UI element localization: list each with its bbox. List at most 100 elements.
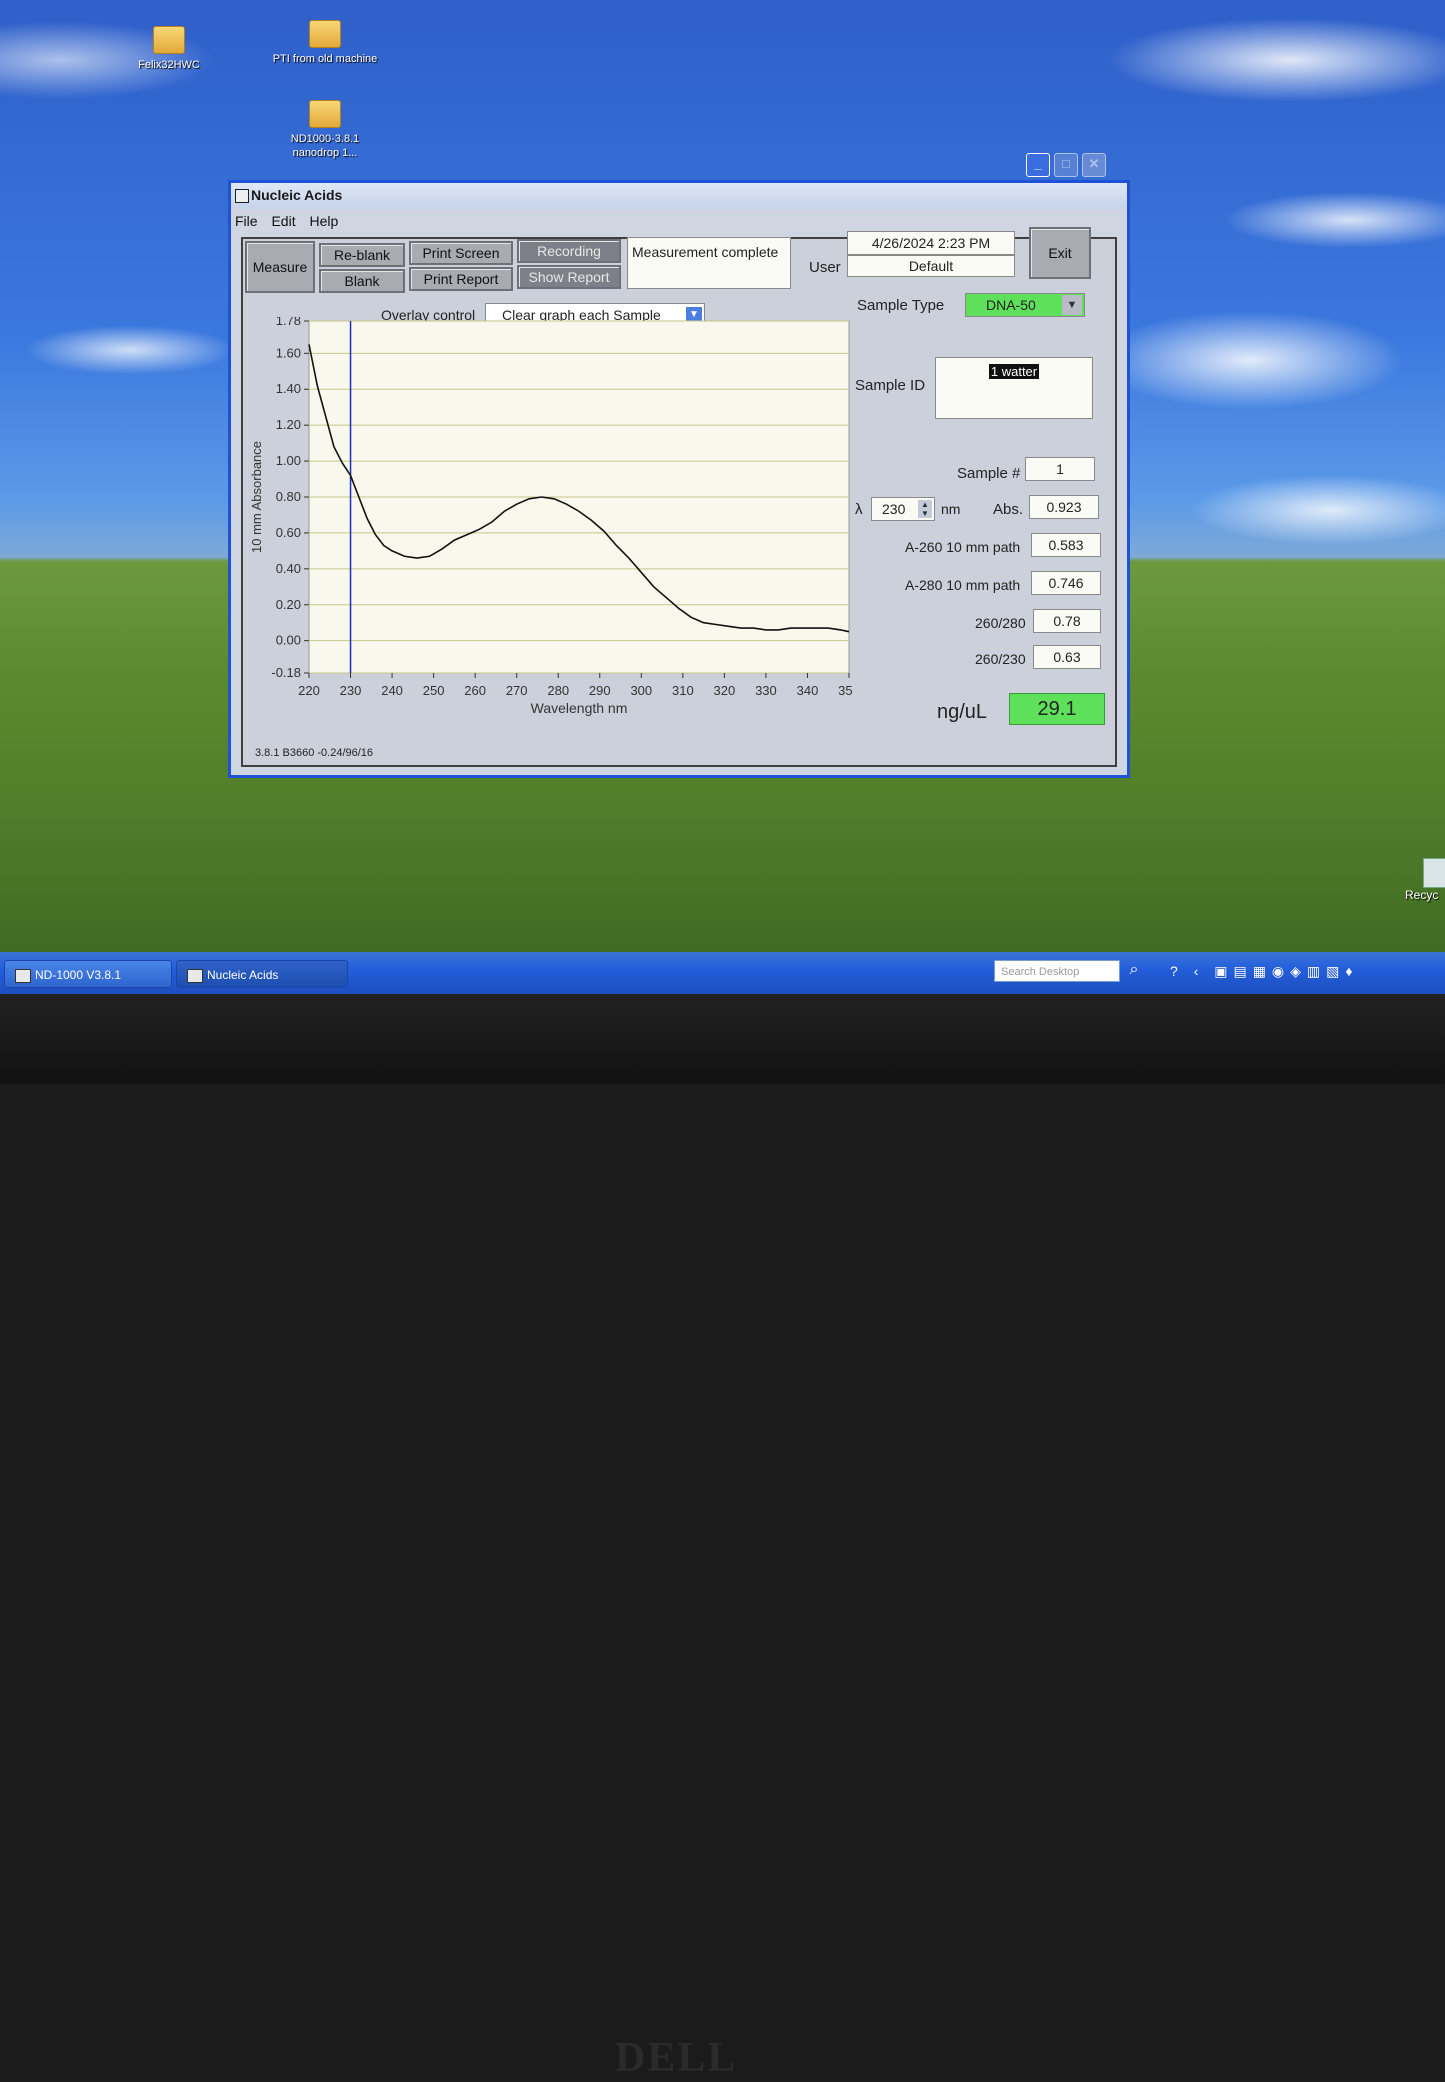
- ratio-260-230-field: 0.63: [1033, 645, 1101, 669]
- ratio-260-280-label: 260/280: [975, 615, 1026, 631]
- desktop-icon-label: PTI from old machine: [272, 53, 378, 65]
- x-tick-label: 280: [547, 683, 569, 698]
- spin-arrows-icon[interactable]: ▲ ▼: [918, 500, 932, 518]
- title-bar[interactable]: Nucleic Acids: [231, 183, 1127, 209]
- desktop-icon-recycle-bin[interactable]: Recyc: [1405, 858, 1445, 902]
- ratio-260-280-field: 0.78: [1033, 609, 1101, 633]
- desktop-icon-pti[interactable]: PTI from old machine: [270, 20, 380, 66]
- tray-icons[interactable]: ▣▤▦◉◈▥▧♦: [1214, 963, 1358, 979]
- y-tick-label: 1.20: [276, 417, 301, 432]
- user-label: User: [809, 259, 841, 276]
- sample-type-select[interactable]: DNA-50 ▼: [965, 293, 1085, 317]
- desktop-icon-nd1000[interactable]: ND1000-3.8.1 nanodrop 1...: [270, 100, 380, 160]
- tray-chevron-icon[interactable]: ‹: [1194, 963, 1205, 979]
- close-button[interactable]: ✕: [1082, 153, 1106, 177]
- y-axis-label: 10 mm Absorbance: [249, 441, 264, 553]
- x-tick-label: 350: [838, 683, 853, 698]
- blank-button[interactable]: Blank: [319, 269, 405, 293]
- a260-label: A-260 10 mm path: [905, 539, 1021, 555]
- y-tick-label: 0.40: [276, 561, 301, 576]
- lambda-stepper[interactable]: 230 ▲ ▼: [871, 497, 935, 521]
- sample-number-field[interactable]: 1: [1025, 457, 1095, 481]
- ratio-260-230-label: 260/230: [975, 651, 1026, 667]
- monitor-brand-logo: DELL: [615, 2035, 738, 2081]
- app-icon: [15, 969, 31, 983]
- recycle-bin-icon: [1423, 858, 1445, 888]
- system-tray: ? ‹ ▣▤▦◉◈▥▧♦: [1170, 958, 1445, 984]
- folder-icon: [153, 26, 185, 54]
- sample-type-value: DNA-50: [986, 297, 1036, 313]
- y-tick-label: 1.60: [276, 345, 301, 360]
- desktop-icon-felix[interactable]: Felix32HWC: [114, 26, 224, 72]
- recording-button[interactable]: Recording: [517, 239, 621, 263]
- y-tick-label: 1.78: [276, 317, 301, 328]
- lambda-value: 230: [882, 501, 906, 517]
- menu-edit[interactable]: Edit: [271, 213, 295, 229]
- folder-icon: [309, 20, 341, 48]
- a280-value-field: 0.746: [1031, 571, 1101, 595]
- x-tick-label: 250: [423, 683, 445, 698]
- y-tick-label: -0.18: [271, 665, 301, 680]
- y-tick-label: 0.20: [276, 597, 301, 612]
- minimize-button[interactable]: _: [1026, 153, 1050, 177]
- desktop-icon-label: ND1000-3.8.1 nanodrop 1...: [290, 133, 360, 159]
- desktop-icon-label: Felix32HWC: [138, 59, 200, 71]
- taskbar-item-nd1000[interactable]: ND-1000 V3.8.1: [4, 960, 172, 988]
- concentration-value-field: 29.1: [1009, 693, 1105, 725]
- menu-help[interactable]: Help: [309, 213, 338, 229]
- y-tick-label: 0.00: [276, 633, 301, 648]
- taskbar-item-label: Nucleic Acids: [207, 968, 279, 982]
- reblank-button[interactable]: Re-blank: [319, 243, 405, 267]
- x-tick-label: 340: [797, 683, 819, 698]
- help-icon[interactable]: ?: [1170, 963, 1184, 979]
- sample-number-label: Sample #: [957, 465, 1021, 482]
- x-tick-label: 290: [589, 683, 611, 698]
- folder-zip-icon: [309, 100, 341, 128]
- a280-label: A-280 10 mm path: [905, 577, 1021, 593]
- desktop-icon-label: Recyc: [1405, 888, 1439, 902]
- x-tick-label: 270: [506, 683, 528, 698]
- show-report-button[interactable]: Show Report: [517, 265, 621, 289]
- window-title: Nucleic Acids: [251, 187, 343, 203]
- search-icon[interactable]: ⌕: [1122, 958, 1146, 982]
- sample-id-value: 1 watter: [988, 364, 1040, 379]
- maximize-button[interactable]: □: [1054, 153, 1078, 177]
- menu-bar: File Edit Help: [235, 213, 348, 233]
- y-tick-label: 1.00: [276, 453, 301, 468]
- x-tick-label: 220: [298, 683, 320, 698]
- chevron-down-icon: ▼: [1062, 295, 1082, 315]
- y-tick-label: 1.40: [276, 381, 301, 396]
- print-report-button[interactable]: Print Report: [409, 267, 513, 291]
- desktop-search-input[interactable]: Search Desktop: [994, 960, 1120, 982]
- sample-id-field[interactable]: 1 watter: [935, 357, 1093, 419]
- taskbar-item-nucleic-acids[interactable]: Nucleic Acids: [176, 960, 348, 988]
- print-screen-button[interactable]: Print Screen: [409, 241, 513, 265]
- x-tick-label: 240: [381, 683, 403, 698]
- y-tick-label: 0.80: [276, 489, 301, 504]
- user-field: Default: [847, 255, 1015, 277]
- status-display: Measurement complete: [627, 237, 791, 289]
- app-icon: [187, 969, 203, 983]
- nucleic-acids-window: _ □ ✕ Nucleic Acids File Edit Help Measu…: [228, 153, 1130, 778]
- y-tick-label: 0.60: [276, 525, 301, 540]
- datetime-display: 4/26/2024 2:23 PM: [847, 231, 1015, 255]
- exit-button[interactable]: Exit: [1029, 227, 1091, 279]
- measure-button[interactable]: Measure: [245, 241, 315, 293]
- lambda-symbol: λ: [855, 501, 863, 518]
- absorbance-chart: 1.78 1.60 1.40 1.20 1.00 0.80 0.60 0.40 0.20 0.00…: [243, 317, 853, 757]
- menu-file[interactable]: File: [235, 213, 258, 229]
- monitor-bezel: DELL: [0, 994, 1445, 2081]
- absorbance-plot: 1.78 1.60 1.40 1.20 1.00 0.80 0.60 0.40 0.20 0.00…: [249, 317, 853, 716]
- taskbar-item-label: ND-1000 V3.8.1: [35, 968, 122, 982]
- x-axis-label: Wavelength nm: [531, 700, 628, 716]
- x-tick-label: 260: [464, 683, 486, 698]
- x-tick-label: 230: [340, 683, 362, 698]
- x-tick-label: 310: [672, 683, 694, 698]
- concentration-unit-label: ng/uL: [937, 701, 988, 723]
- x-tick-label: 330: [755, 683, 777, 698]
- app-icon: [235, 189, 249, 203]
- main-panel: Measure Re-blank Blank Print Screen Prin…: [241, 227, 1117, 767]
- abs-value-field: 0.923: [1029, 495, 1099, 519]
- version-label: 3.8.1 B3660 -0.24/96/16: [255, 747, 374, 759]
- sample-id-label: Sample ID: [855, 377, 926, 394]
